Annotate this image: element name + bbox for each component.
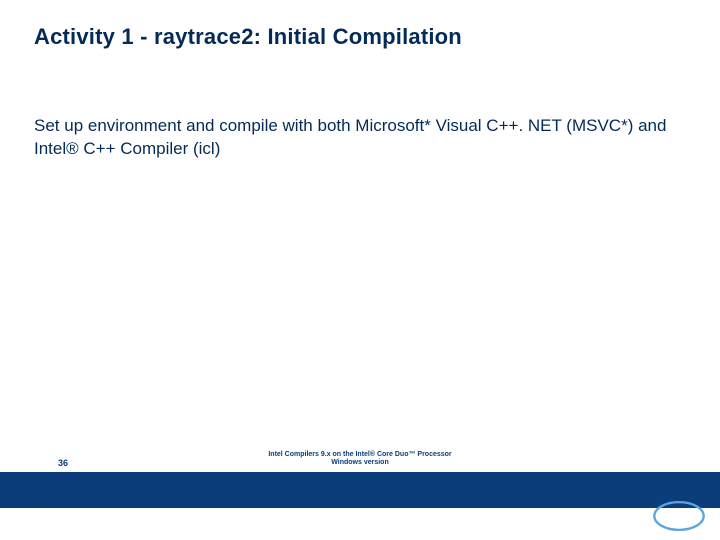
- svg-text:intel: intel: [668, 512, 690, 524]
- footer-copyright: Copyright © 2006, Intel Corporation. All…: [34, 515, 193, 521]
- footer-legal: Intel and the Intel logo are trademarks …: [34, 525, 640, 532]
- intel-software-logo-icon: intel SOFTWARE: [12, 472, 54, 502]
- slide-title: Activity 1 - raytrace2: Initial Compilat…: [34, 24, 462, 50]
- slide: Activity 1 - raytrace2: Initial Compilat…: [0, 0, 720, 540]
- footer-bar: [0, 472, 720, 508]
- intel-logo-icon: intel: [652, 496, 706, 536]
- footer-product-info: Intel Compilers 9.x on the Intel® Core D…: [0, 451, 720, 469]
- footer-product-line2: Windows version: [0, 459, 720, 468]
- svg-text:SOFTWARE: SOFTWARE: [21, 496, 46, 500]
- page-number: 36: [58, 458, 68, 468]
- svg-text:intel: intel: [25, 479, 40, 488]
- footer-product-line1: Intel Compilers 9.x on the Intel® Core D…: [0, 451, 720, 460]
- slide-body-text: Set up environment and compile with both…: [34, 115, 680, 161]
